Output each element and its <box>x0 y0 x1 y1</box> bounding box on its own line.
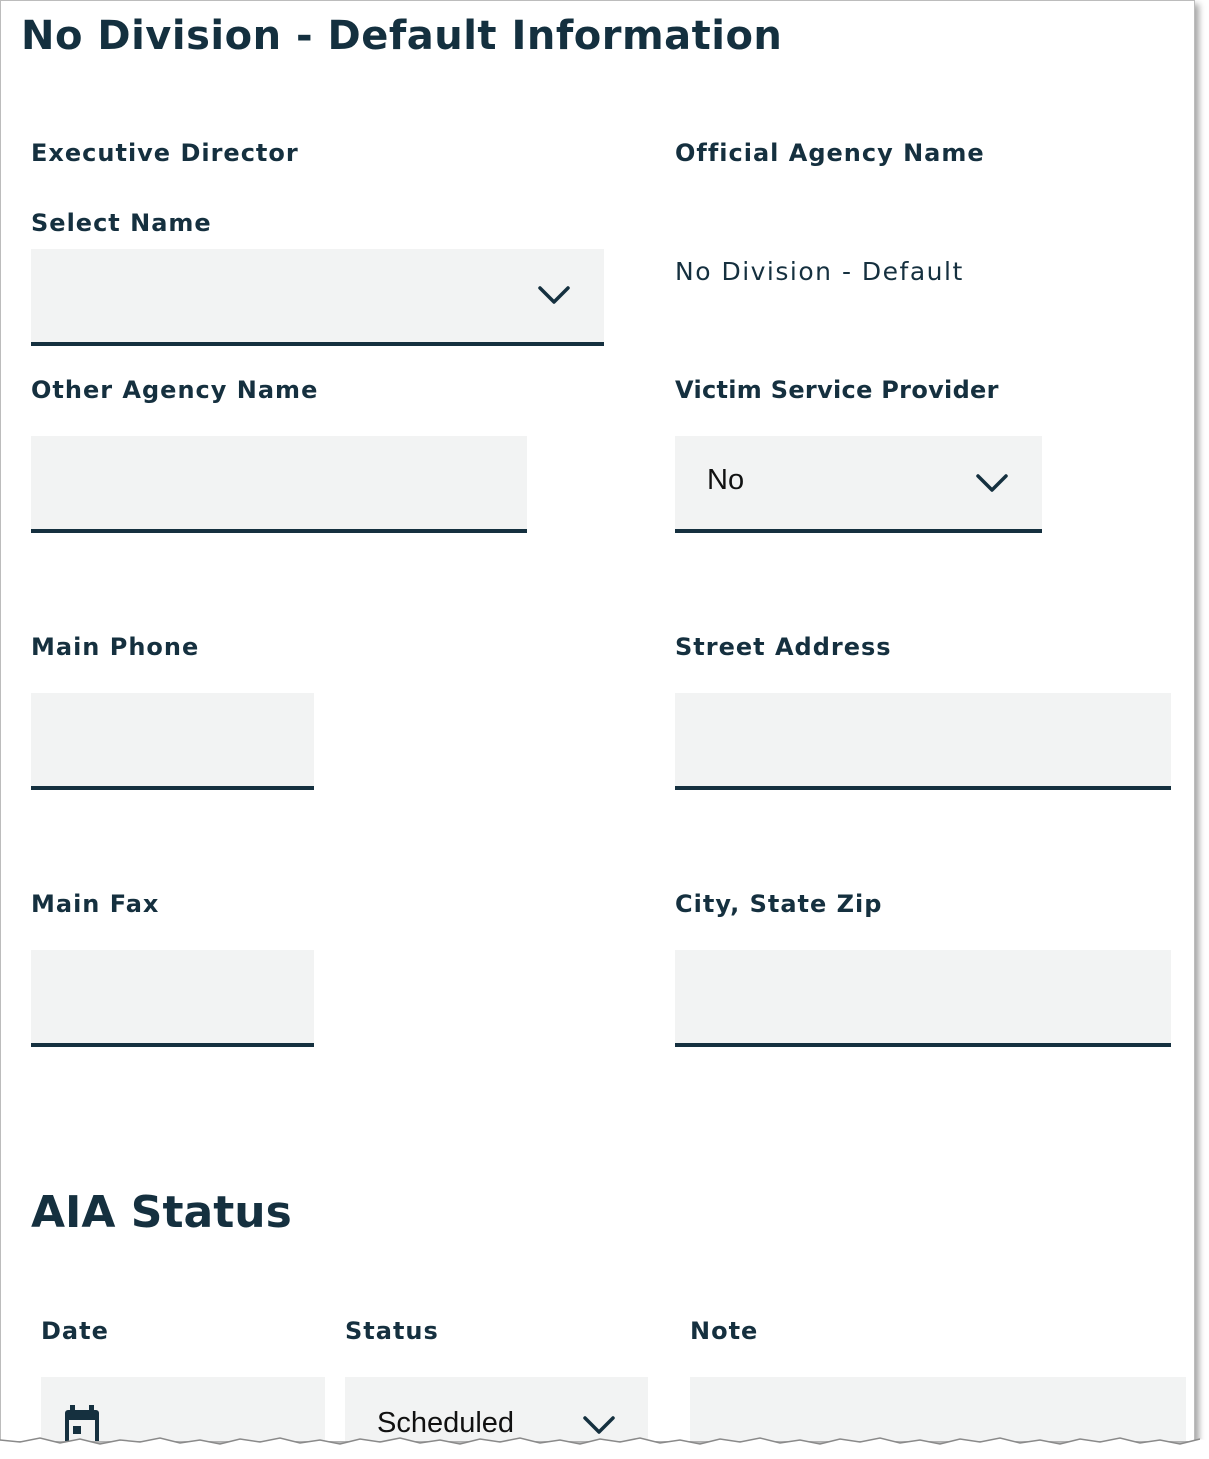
city-state-zip-input[interactable] <box>675 950 1171 1047</box>
city-state-zip-label: City, State Zip <box>675 890 883 918</box>
main-phone-input[interactable] <box>31 693 314 790</box>
status-column-label: Status <box>345 1317 439 1345</box>
other-agency-name-label: Other Agency Name <box>31 376 319 404</box>
default-information-panel: No Division - Default Information Execut… <box>0 0 1195 1441</box>
street-address-input[interactable] <box>675 693 1171 790</box>
executive-director-label: Executive Director <box>31 139 299 167</box>
note-column-label: Note <box>690 1317 759 1345</box>
chevron-down-icon <box>976 474 1008 492</box>
page-title: No Division - Default Information <box>21 13 783 59</box>
main-fax-label: Main Fax <box>31 890 160 918</box>
date-column-label: Date <box>41 1317 109 1345</box>
victim-service-provider-label: Victim Service Provider <box>675 376 999 404</box>
official-agency-name-label: Official Agency Name <box>675 139 985 167</box>
official-agency-name-value: No Division - Default <box>675 257 964 286</box>
victim-service-provider-value: No <box>707 464 745 496</box>
select-name-label: Select Name <box>31 209 212 237</box>
main-phone-label: Main Phone <box>31 633 200 661</box>
torn-edge <box>0 1437 1209 1459</box>
chevron-down-icon <box>538 286 570 304</box>
other-agency-name-input[interactable] <box>31 436 527 533</box>
chevron-down-icon <box>569 535 601 555</box>
executive-director-select[interactable] <box>31 249 604 346</box>
aia-status-title: AIA Status <box>31 1187 292 1238</box>
street-address-label: Street Address <box>675 633 892 661</box>
main-fax-input[interactable] <box>31 950 314 1047</box>
